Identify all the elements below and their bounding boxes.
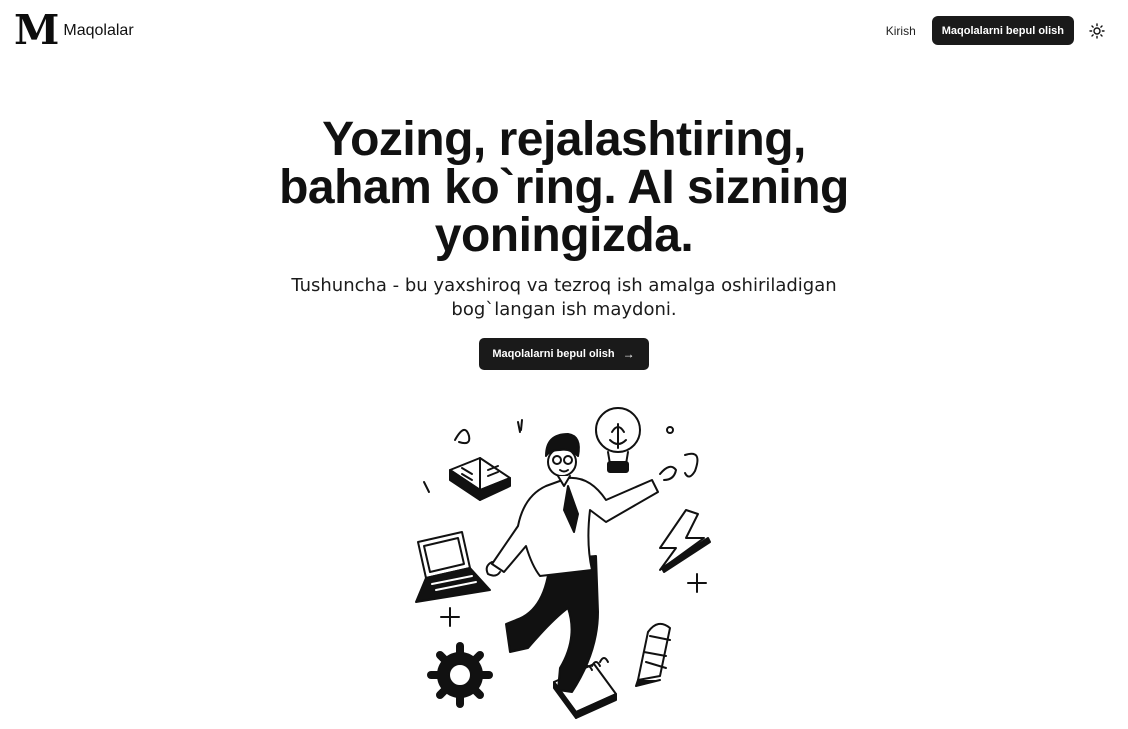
sun-icon (1089, 22, 1105, 39)
hero-cta-button[interactable]: Maqolalarni bepul olish → (479, 338, 649, 370)
squiggle-doodle-right (684, 452, 699, 478)
get-articles-free-button[interactable]: Maqolalarni bepul olish (931, 16, 1074, 45)
medium-logo[interactable]: M (14, 10, 59, 51)
sparkle-left (440, 607, 460, 627)
open-book-icon (449, 457, 511, 501)
top-navigation-bar: M Maqolalar Kirish Maqolalarni bepul oli… (0, 0, 1128, 62)
small-circle-doodle (666, 426, 674, 434)
squiggle-doodle (454, 429, 471, 445)
theme-toggle-button[interactable] (1086, 20, 1108, 42)
pencil-icon (635, 622, 671, 687)
nav-actions: Kirish Maqolalarni bepul olish (886, 16, 1108, 45)
login-link[interactable]: Kirish (886, 24, 916, 38)
arrow-right-icon: → (622, 347, 635, 361)
lightbulb-icon (595, 407, 641, 473)
sparkle-right (687, 573, 707, 593)
hero-cta-label: Maqolalarni bepul olish (492, 348, 615, 360)
lightning-bolt-icon (659, 509, 711, 573)
laptop-icon (415, 531, 491, 603)
brand-name[interactable]: Maqolalar (63, 22, 133, 40)
hero-section: Yozing, rejalashtiring, baham ko`ring. A… (0, 116, 1128, 370)
hero-illustration (415, 407, 711, 719)
brand[interactable]: M Maqolalar (14, 10, 134, 51)
gear-icon (427, 642, 493, 708)
exclamation-doodle (423, 481, 430, 493)
hero-title: Yozing, rejalashtiring, baham ko`ring. A… (279, 113, 849, 262)
tick-mark-doodle (517, 419, 523, 433)
hero-subtitle: Tushuncha - bu yaxshiroq va tezroq ish a… (291, 275, 837, 320)
